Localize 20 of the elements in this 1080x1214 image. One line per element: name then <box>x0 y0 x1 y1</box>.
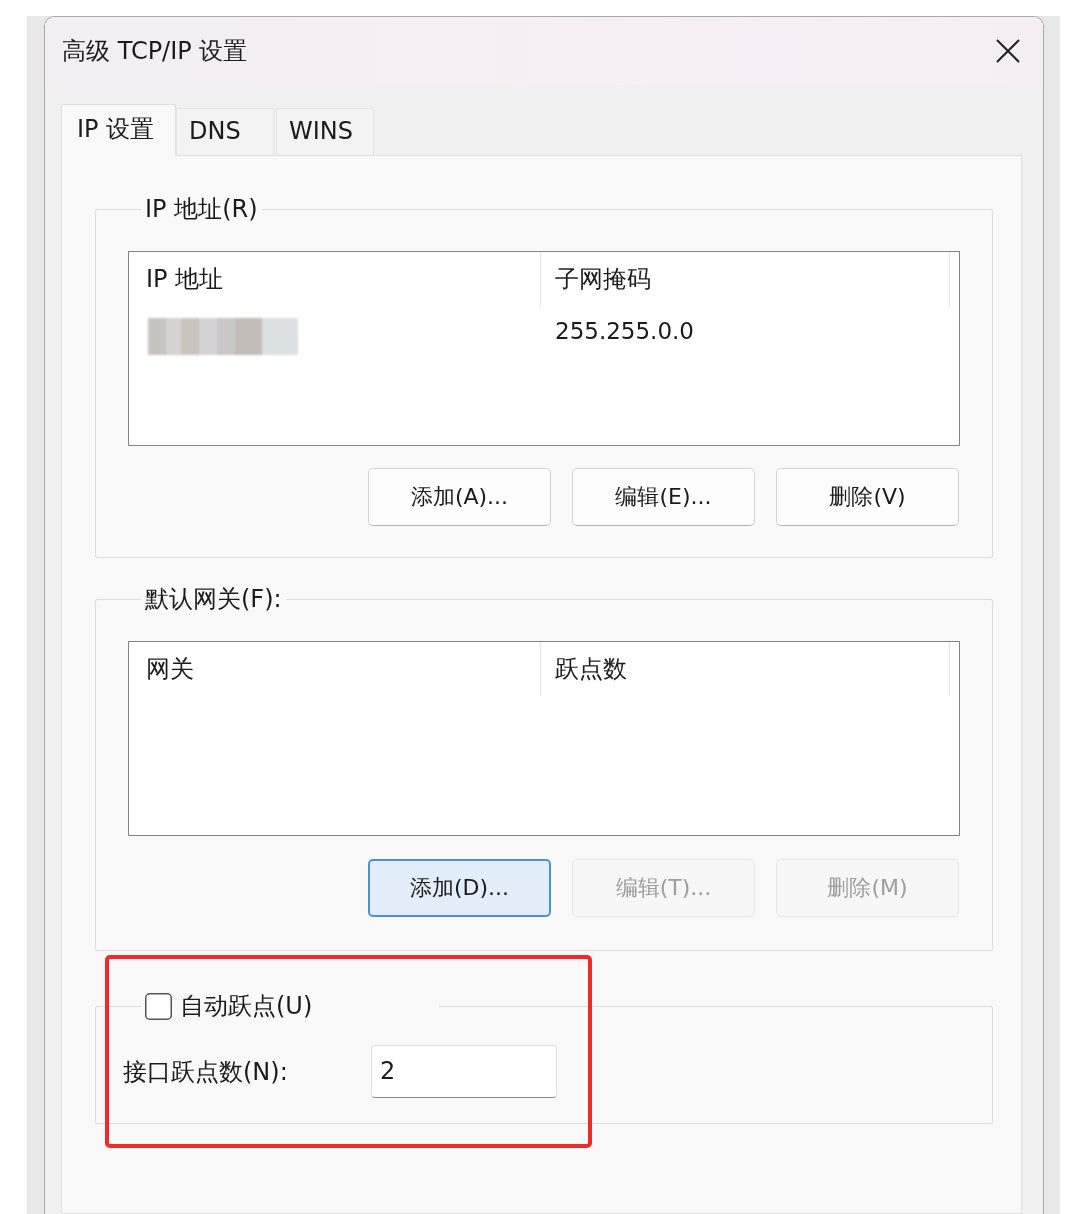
tab[interactable]: WINS <box>276 108 374 155</box>
table-cell-text: 255.255.0.0 <box>554 317 695 346</box>
column-header[interactable]: 跃点数 <box>541 642 950 696</box>
group-label: 默认网关(F): <box>144 584 283 614</box>
close-icon[interactable] <box>996 39 1020 63</box>
tab[interactable]: DNS <box>176 108 274 155</box>
field-label: 接口跃点数(N): <box>123 1056 289 1087</box>
column-header[interactable]: 子网掩码 <box>541 252 950 306</box>
remove-button[interactable]: 删除(V) <box>776 468 959 526</box>
checkbox-label[interactable]: 自动跃点(U) <box>180 991 313 1021</box>
column-header[interactable]: IP 地址 <box>129 252 541 306</box>
group-label: IP 地址(R) <box>144 194 259 224</box>
window-title: 高级 TCP/IP 设置 <box>62 36 248 66</box>
add-button[interactable]: 添加(D)... <box>368 859 551 917</box>
edit-button[interactable]: 编辑(E)... <box>572 468 755 526</box>
checkbox[interactable] <box>145 992 172 1020</box>
add-button[interactable]: 添加(A)... <box>368 468 551 526</box>
column-header[interactable]: 网关 <box>129 642 541 696</box>
tab[interactable]: IP 设置 <box>61 104 176 156</box>
metric-input-field[interactable]: 2 <box>371 1045 557 1098</box>
